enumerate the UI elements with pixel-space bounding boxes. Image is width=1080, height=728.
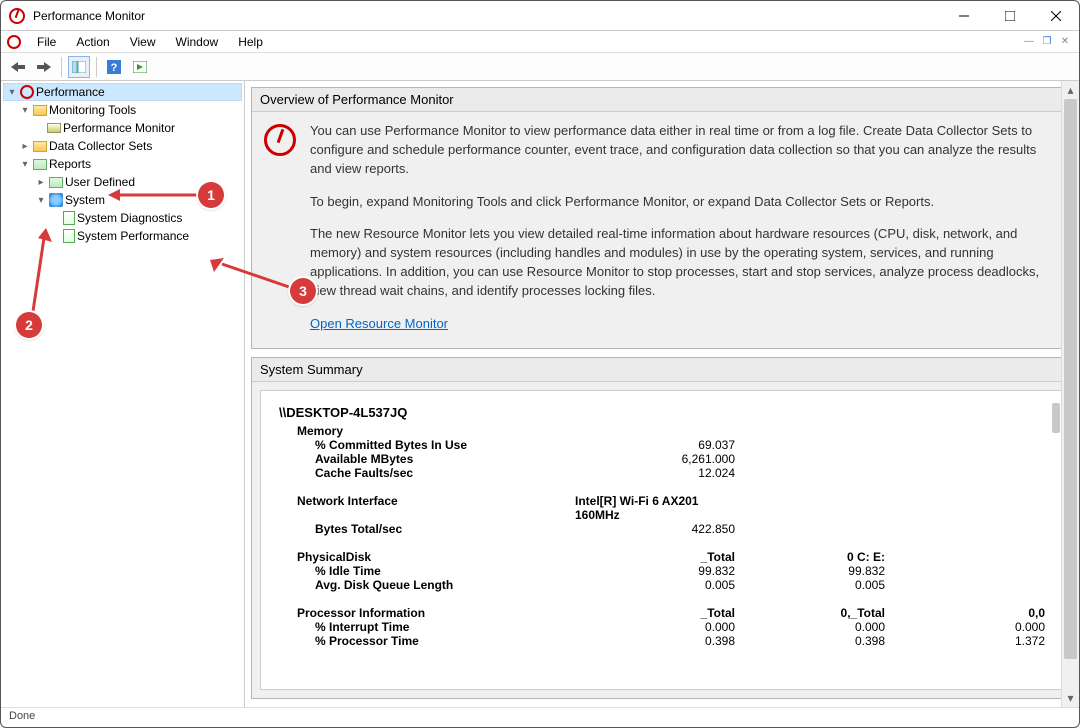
scrollbar-thumb[interactable] [1064,99,1077,659]
tree-node-system-performance[interactable]: System Performance [3,227,242,245]
tree-node-perfmon[interactable]: Performance Monitor [3,119,242,137]
summary-row: % Committed Bytes In Use69.037 [279,438,1045,452]
window-title: Performance Monitor [33,9,941,23]
navigation-tree[interactable]: ▾ Performance ▾ Monitoring Tools Perform… [1,81,245,707]
scroll-down-icon[interactable]: ▾ [1062,689,1079,707]
titlebar: Performance Monitor [1,1,1079,31]
window-controls [941,1,1079,30]
overview-icon [264,124,296,156]
chevron-right-icon: ▸ [35,177,47,188]
menu-help[interactable]: Help [230,33,271,51]
content-area: ▾ Performance ▾ Monitoring Tools Perform… [1,81,1079,707]
mdi-close[interactable]: ✕ [1057,35,1073,49]
summary-category-disk: PhysicalDisk_Total0 C: E: [279,550,1045,564]
tree-label: User Defined [65,175,135,189]
folder-icon [33,105,47,116]
summary-row: Available MBytes6,261.000 [279,452,1045,466]
inner-scrollbar-thumb[interactable] [1052,403,1060,433]
minimize-button[interactable] [941,1,987,30]
monitor-icon [47,123,61,133]
chevron-down-icon: ▾ [19,159,31,170]
tree-label: Monitoring Tools [49,103,136,117]
help-button[interactable]: ? [103,56,125,78]
menubar: File Action View Window Help — ❐ ✕ [1,31,1079,53]
summary-header: System Summary [252,358,1072,382]
tree-node-reports[interactable]: ▾ Reports [3,155,242,173]
tree-label: Performance Monitor [63,121,175,135]
overview-paragraph: To begin, expand Monitoring Tools and cl… [310,193,1060,212]
summary-category-processor: Processor Information_Total0,_Total0,0 [279,606,1045,620]
tree-node-system-diagnostics[interactable]: System Diagnostics [3,209,242,227]
tree-label: System Performance [77,229,189,243]
summary-row: % Idle Time99.83299.832 [279,564,1045,578]
close-button[interactable] [1033,1,1079,30]
show-hide-tree-button[interactable] [68,56,90,78]
summary-row: Cache Faults/sec12.024 [279,466,1045,480]
performance-icon [20,85,34,99]
overview-paragraph: The new Resource Monitor lets you view d… [310,225,1060,300]
main-scrollbar[interactable]: ▴ ▾ [1061,81,1079,707]
tree-label: Data Collector Sets [49,139,152,153]
mdi-restore[interactable]: ❐ [1039,35,1055,49]
overview-panel: Overview of Performance Monitor You can … [251,87,1073,349]
status-text: Done [9,710,35,722]
reports-folder-icon [33,159,47,170]
tree-node-performance[interactable]: ▾ Performance [3,83,242,101]
mdi-minimize[interactable]: — [1021,35,1037,49]
maximize-button[interactable] [987,1,1033,30]
tree-label: System Diagnostics [77,211,182,225]
summary-panel: System Summary \\DESKTOP-4L537JQ Memory … [251,357,1073,699]
overview-paragraph: You can use Performance Monitor to view … [310,122,1060,179]
summary-row: Bytes Total/sec422.850 [279,522,1045,536]
app-window: Performance Monitor File Action View Win… [0,0,1080,728]
summary-row: % Processor Time0.3980.3981.372 [279,634,1045,648]
chevron-down-icon: ▾ [19,105,31,116]
summary-row: % Interrupt Time0.0000.0000.000 [279,620,1045,634]
nav-forward-button[interactable] [33,56,55,78]
system-icon [49,193,63,207]
toolbar: ? [1,53,1079,81]
summary-category-network: Network InterfaceIntel[R] Wi-Fi 6 AX201 … [279,494,1045,522]
tree-label: System [65,193,105,207]
scroll-up-icon[interactable]: ▴ [1062,81,1079,99]
summary-hostname: \\DESKTOP-4L537JQ [279,405,1045,420]
tree-label: Reports [49,157,91,171]
chevron-down-icon: ▾ [6,87,18,98]
open-resource-monitor-link[interactable]: Open Resource Monitor [310,316,448,331]
toolbar-divider-2 [96,57,97,77]
summary-category-memory: Memory [279,424,1045,438]
tree-node-system[interactable]: ▾ System [3,191,242,209]
report-icon [63,211,75,225]
nav-back-button[interactable] [7,56,29,78]
app-icon [9,8,25,24]
run-button[interactable] [129,56,151,78]
reports-folder-icon [49,177,63,188]
chevron-right-icon: ▸ [19,141,31,152]
overview-text: You can use Performance Monitor to view … [310,122,1060,334]
chevron-down-icon: ▾ [35,195,47,206]
menu-file[interactable]: File [29,33,64,51]
statusbar: Done [1,707,1079,727]
svg-text:?: ? [111,62,118,74]
menu-action[interactable]: Action [68,33,117,51]
tree-node-monitoring-tools[interactable]: ▾ Monitoring Tools [3,101,242,119]
report-icon [63,229,75,243]
main-panel: Overview of Performance Monitor You can … [245,81,1079,707]
summary-row: Avg. Disk Queue Length0.0050.005 [279,578,1045,592]
toolbar-divider [61,57,62,77]
folder-icon [33,141,47,152]
mdi-controls: — ❐ ✕ [1021,35,1073,49]
tree-node-user-defined[interactable]: ▸ User Defined [3,173,242,191]
tree-label: Performance [36,85,105,99]
menu-view[interactable]: View [122,33,164,51]
summary-body[interactable]: \\DESKTOP-4L537JQ Memory % Committed Byt… [260,390,1064,690]
overview-body: You can use Performance Monitor to view … [252,112,1072,348]
tree-node-data-collector-sets[interactable]: ▸ Data Collector Sets [3,137,242,155]
menu-window[interactable]: Window [168,33,227,51]
overview-header: Overview of Performance Monitor [252,88,1072,112]
app-icon-small [7,35,21,49]
